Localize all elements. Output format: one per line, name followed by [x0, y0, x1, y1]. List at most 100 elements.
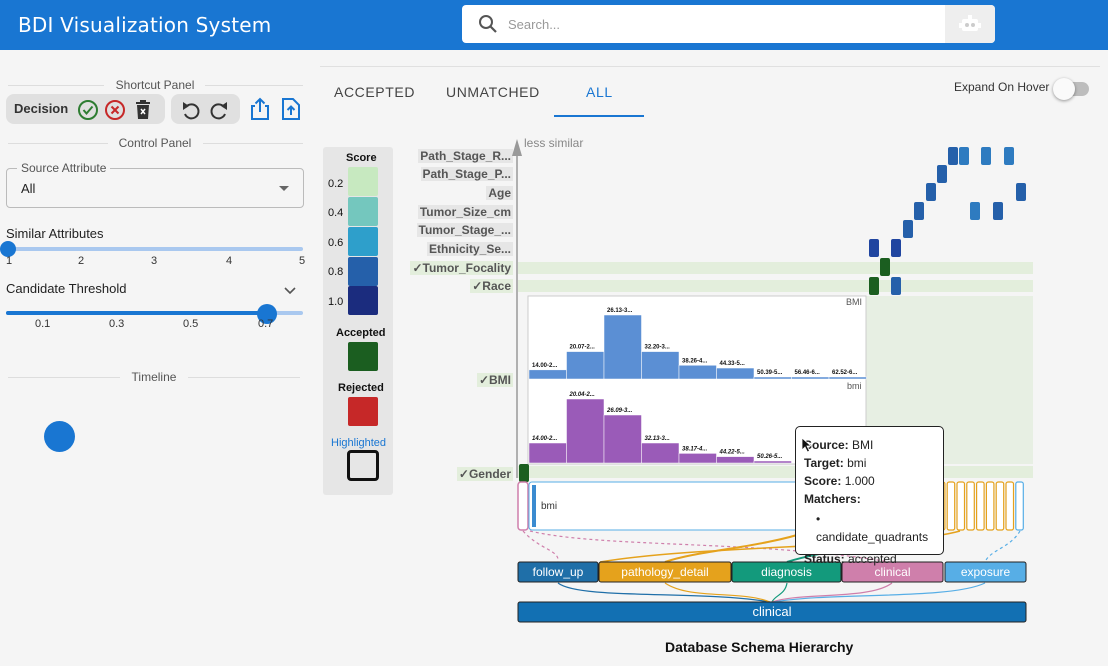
histogram-bin-label: 38.17-4... — [682, 446, 708, 452]
score-swatch — [348, 257, 378, 286]
tooltip-source: BMI — [852, 438, 874, 452]
row-band — [518, 262, 1033, 274]
divider — [8, 85, 104, 86]
attribute-label[interactable]: ✓Gender — [456, 467, 513, 481]
heat-cell — [959, 147, 969, 165]
control-panel-title: Control Panel — [118, 136, 192, 150]
search-box[interactable]: Search... — [462, 5, 995, 43]
slider-tick: 0.5 — [183, 318, 199, 330]
histogram-bin-label: 44.22-5... — [719, 450, 746, 456]
import-file-icon[interactable] — [281, 97, 301, 126]
export-icon[interactable] — [249, 97, 271, 126]
divider — [203, 143, 303, 144]
dropdown-arrow-icon — [279, 186, 289, 191]
hist-target-name: bmi — [847, 381, 862, 391]
score-value: 0.6 — [328, 237, 344, 249]
timeline-title: Timeline — [131, 370, 177, 384]
match-tooltip: Source: BMI Target: bmi Score: 1.000 Mat… — [795, 426, 944, 566]
schema-root-label[interactable]: clinical — [518, 604, 1026, 619]
tooltip-matchers-label: Matchers: — [804, 492, 861, 506]
histogram-bin-label: 14.00-2... — [532, 436, 558, 442]
search-input[interactable]: Search... — [508, 17, 560, 32]
histogram-bin-label: 20.07-2... — [570, 345, 596, 351]
histogram-bar — [641, 442, 680, 464]
histogram-bin-label: 38.26-4... — [682, 358, 708, 364]
histogram-bar — [753, 376, 792, 380]
source-attribute-select[interactable]: Source Attribute All — [6, 161, 304, 208]
app-bar: BDI Visualization System Search... — [0, 0, 1108, 50]
schema-title: Database Schema Hierarchy — [665, 639, 854, 655]
score-swatch — [348, 197, 378, 226]
heat-cell — [993, 202, 1003, 220]
tooltip-score-label: Score: — [804, 474, 842, 488]
heat-cell — [981, 147, 991, 165]
cursor-icon — [801, 437, 813, 458]
schema-leaf-column — [975, 481, 985, 531]
heat-cells — [519, 147, 1026, 482]
divider — [8, 143, 108, 144]
histogram-bin-label: 50.26-5... — [757, 454, 783, 460]
attribute-label[interactable]: ✓Tumor_Focality — [410, 261, 513, 275]
redo-icon[interactable] — [208, 99, 230, 126]
reject-x-icon[interactable] — [104, 99, 126, 126]
tab-unmatched[interactable]: UNMATCHED — [446, 84, 540, 100]
attribute-label[interactable]: Age — [486, 186, 513, 200]
heat-cell — [914, 202, 924, 220]
attribute-label[interactable]: Ethnicity_Se... — [426, 242, 513, 256]
timeline-node[interactable] — [44, 421, 75, 452]
decision-label: Decision — [14, 101, 69, 116]
schema-category-label[interactable]: exposure — [945, 565, 1026, 579]
histogram-bin-label: 44.33-5... — [720, 361, 746, 367]
heat-cell — [948, 147, 958, 165]
histogram-bar — [828, 376, 867, 380]
legend-score-title: Score — [346, 152, 377, 164]
target-histogram: 14.00-2... 20.04-2... 26.09-3... 32.13-3...… — [528, 392, 792, 464]
heat-cell — [937, 165, 947, 183]
histogram-bin-label: 20.04-2... — [569, 392, 596, 398]
histogram-bin-label: 32.20-3... — [645, 345, 671, 351]
undo-icon[interactable] — [180, 99, 202, 126]
divider — [8, 377, 120, 378]
accepted-cell — [880, 258, 890, 276]
highlighted-swatch — [347, 450, 379, 481]
schema-leaf — [517, 481, 529, 531]
delete-icon[interactable] — [134, 99, 152, 126]
expand-on-hover-thumb[interactable] — [1053, 78, 1075, 100]
hist-source-name: BMI — [846, 297, 862, 307]
attribute-label[interactable]: Tumor_Size_cm — [417, 205, 513, 219]
tab-all[interactable]: ALL — [586, 84, 613, 100]
schema-leaf-column — [966, 481, 975, 531]
similar-attributes-slider[interactable] — [8, 247, 303, 251]
histogram-bar — [716, 367, 755, 380]
schema-category-label[interactable]: pathology_detail — [599, 565, 731, 579]
schema-category-label[interactable]: follow_up — [518, 565, 598, 579]
histogram-bar — [641, 351, 680, 380]
rejected-swatch — [348, 397, 378, 426]
attribute-label[interactable]: Path_Stage_P... — [420, 167, 513, 181]
score-value: 1.0 — [328, 296, 344, 308]
histogram-bar — [716, 456, 755, 464]
heat-cell — [1016, 183, 1026, 201]
tooltip-matcher: candidate_quadrants — [816, 530, 929, 544]
robot-icon[interactable] — [945, 5, 995, 43]
schema-leaf-column — [985, 481, 995, 531]
tab-accepted[interactable]: ACCEPTED — [334, 84, 415, 100]
accept-check-icon[interactable] — [77, 99, 99, 126]
row-band — [518, 280, 1033, 292]
attribute-label[interactable]: Path_Stage_R... — [418, 149, 513, 163]
source-attribute-value: All — [21, 181, 36, 196]
similar-attributes-label: Similar Attributes — [6, 226, 104, 241]
histogram-bar — [791, 376, 830, 380]
attribute-label[interactable]: ✓BMI — [476, 373, 513, 387]
accepted-cell — [519, 464, 529, 482]
attribute-label[interactable]: Tumor_Stage_... — [416, 223, 513, 237]
histogram-bar — [678, 365, 717, 380]
chevron-down-icon[interactable] — [283, 283, 297, 301]
app-title: BDI Visualization System — [18, 13, 272, 37]
attribute-label[interactable]: ✓Race — [470, 279, 513, 293]
divider — [205, 85, 303, 86]
histogram-bin-label: 62.52-6... — [832, 370, 858, 376]
score-value: 0.4 — [328, 207, 344, 219]
tooltip-status: accepted — [848, 552, 897, 566]
histogram-bar — [603, 414, 642, 464]
